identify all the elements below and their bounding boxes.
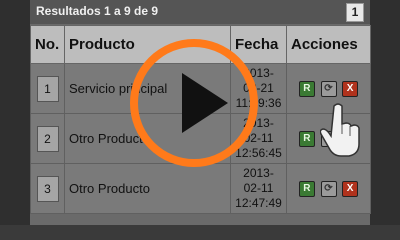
results-table: No. Producto Fecha Acciones 1 Servicio p… xyxy=(30,25,371,214)
date-year: 2013- xyxy=(243,66,274,80)
row-number-cell: 1 xyxy=(30,63,65,114)
column-header-no[interactable]: No. xyxy=(30,25,65,64)
table-row: 2 Otro Producto 2013- 02-11 12:56:45 R ⟳… xyxy=(30,113,371,164)
row-number-cell: 2 xyxy=(30,113,65,164)
date-month-day: 02-11 xyxy=(243,131,274,145)
delete-button[interactable]: X xyxy=(342,130,359,147)
renew-button[interactable]: R xyxy=(298,80,315,97)
row-number: 1 xyxy=(36,75,59,102)
page-number-badge[interactable]: 1 xyxy=(346,3,364,22)
product-name[interactable]: Servicio principal xyxy=(64,63,231,114)
actions-cell: R ⟳ X xyxy=(286,113,371,164)
column-header-producto[interactable]: Producto xyxy=(64,25,231,64)
date-cell: 2013- 02-11 12:56:45 xyxy=(230,113,287,164)
date-year: 2013- xyxy=(243,116,274,130)
actions-cell: R ⟳ X xyxy=(286,163,371,214)
refresh-button[interactable]: ⟳ xyxy=(320,130,337,147)
results-summary: Resultados 1 a 9 de 9 xyxy=(36,4,159,18)
results-header: Resultados 1 a 9 de 9 1 xyxy=(30,0,370,24)
product-name[interactable]: Otro Producto xyxy=(64,113,231,164)
left-shade xyxy=(0,0,30,225)
date-month-day: 02-11 xyxy=(243,181,274,195)
row-number-cell: 3 xyxy=(30,163,65,214)
row-number: 2 xyxy=(36,125,59,152)
refresh-button[interactable]: ⟳ xyxy=(320,180,337,197)
product-name[interactable]: Otro Producto xyxy=(64,163,231,214)
date-time: 12:56:45 xyxy=(235,146,282,160)
delete-button[interactable]: X xyxy=(342,80,359,97)
actions-cell: R ⟳ X xyxy=(286,63,371,114)
date-year: 2013- xyxy=(243,166,274,180)
row-number: 3 xyxy=(36,175,59,202)
column-header-fecha[interactable]: Fecha xyxy=(230,25,287,64)
right-shade xyxy=(370,0,400,225)
renew-button[interactable]: R xyxy=(298,180,315,197)
table-header-row: No. Producto Fecha Acciones xyxy=(30,25,371,64)
date-month-day: 02-21 xyxy=(243,81,274,95)
column-header-acciones: Acciones xyxy=(286,25,371,64)
date-time: 11:09:36 xyxy=(235,96,282,110)
date-cell: 2013- 02-21 11:09:36 xyxy=(230,63,287,114)
table-row: 3 Otro Producto 2013- 02-11 12:47:49 R ⟳… xyxy=(30,163,371,214)
refresh-button[interactable]: ⟳ xyxy=(320,80,337,97)
renew-button[interactable]: R xyxy=(298,130,315,147)
date-time: 12:47:49 xyxy=(235,196,282,210)
results-panel: Resultados 1 a 9 de 9 1 No. Producto Fec… xyxy=(30,0,371,225)
delete-button[interactable]: X xyxy=(342,180,359,197)
table-row: 1 Servicio principal 2013- 02-21 11:09:3… xyxy=(30,63,371,114)
date-cell: 2013- 02-11 12:47:49 xyxy=(230,163,287,214)
